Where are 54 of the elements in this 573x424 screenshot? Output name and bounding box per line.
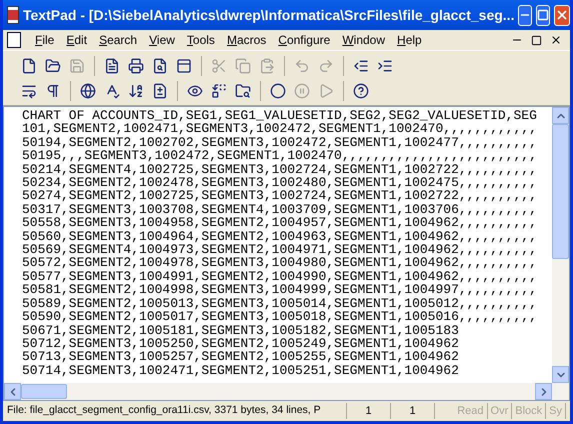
menu-item[interactable]: Window [336, 31, 392, 49]
text-line: 50558,SEGMENT3,1004958,SEGMENT2,1004957,SEGMENT1,1004962,,,,,,,,,, [22, 216, 538, 230]
minimize-button[interactable] [518, 4, 532, 26]
text-line: 50572,SEGMENT2,1004978,SEGMENT3,1004980,SEGMENT1,1004962,,,,,,,,,, [22, 256, 538, 270]
menu-item[interactable]: View [143, 31, 181, 49]
text-line: 50560,SEGMENT3,1004964,SEGMENT2,1004963,SEGMENT1,1004962,,,,,,,,,, [22, 230, 538, 244]
line-number: 1 [347, 402, 391, 420]
text-line: 50274,SEGMENT2,1002725,SEGMENT3,1002724,SEGMENT1,1002722,,,,,,,,,, [22, 189, 538, 203]
menu-item[interactable]: Macros [220, 31, 272, 49]
menu-item[interactable]: Search [93, 31, 144, 49]
scroll-left-icon[interactable] [4, 383, 21, 400]
scroll-up-icon[interactable] [552, 107, 569, 124]
restore-icon[interactable] [531, 34, 542, 46]
text-line: 101,SEGMENT2,1002471,SEGMENT3,1002472,SEGMENT1,1002470,,,,,,,,,,,, [22, 122, 538, 136]
status-indicator: Read [454, 402, 488, 420]
close-icon [555, 8, 570, 22]
text-line: 50569,SEGMENT4,1004973,SEGMENT2,1004971,SEGMENT1,1004962,,,,,,,,,, [22, 243, 538, 256]
menu-item[interactable]: Edit [60, 31, 94, 49]
text-line: 50714,SEGMENT3,1002471,SEGMENT2,1005251,SEGMENT1,1004962 [22, 364, 460, 378]
scroll-right-icon[interactable] [535, 383, 552, 400]
text-line: 50712,SEGMENT3,1005250,SEGMENT2,1005249,SEGMENT1,1004962 [22, 336, 460, 350]
file-info: File: file_glacct_segment_config_ora11i.csv, 3371 bytes, 34 lines, P [7, 403, 347, 419]
text-line: 50577,SEGMENT3,1004991,SEGMENT2,1004990,SEGMENT1,1004962,,,,,,,,,, [22, 270, 538, 284]
text-line: 50713,SEGMENT3,1005257,SEGMENT2,1005255,SEGMENT1,1004962 [22, 350, 460, 364]
scroll-down-icon[interactable] [552, 366, 569, 383]
maximize-button[interactable] [536, 4, 550, 26]
vertical-scrollbar[interactable] [552, 107, 569, 400]
text-line: CHART OF ACCOUNTS_ID,SEG1,SEG1_VALUESETID,SEG2,SEG2_VALUESETID,SEG [22, 109, 538, 122]
status-indicator: Block [512, 402, 546, 420]
text-line: 50195,,,SEGMENT3,1002472,SEGMENT1,1002470,,,,,,,,,,,,,,,,,,,,,,,,, [22, 149, 538, 163]
menu-item[interactable]: Tools [180, 31, 221, 49]
menu-item[interactable]: File [29, 31, 60, 49]
horizontal-scrollbar[interactable] [4, 383, 552, 400]
text-line: 50194,SEGMENT2,1002702,SEGMENT3,1002472,SEGMENT1,1002477,,,,,,,,,, [22, 136, 538, 150]
maximize-icon [537, 9, 550, 21]
text-line: 50214,SEGMENT4,1002725,SEGMENT3,1002724,SEGMENT1,1002722,,,,,,,,,, [22, 162, 538, 176]
text-line: 50234,SEGMENT2,1002478,SEGMENT3,1002480,SEGMENT1,1002475,,,,,,,,,, [22, 176, 538, 190]
status-indicator: Sy [546, 402, 566, 420]
close-button[interactable] [554, 4, 570, 26]
scrollbar-thumb[interactable] [552, 124, 569, 259]
menu-item[interactable]: Configure [272, 31, 336, 49]
document-icon [7, 32, 21, 48]
text-line: 50589,SEGMENT2,1005013,SEGMENT3,1005014,SEGMENT1,1005012,,,,,,,,,, [22, 296, 538, 310]
column-number: 1 [391, 402, 435, 420]
status-indicator: Ovr [488, 402, 512, 420]
menu-item[interactable]: Help [391, 31, 428, 49]
text-line: 50671,SEGMENT2,1005181,SEGMENT3,1005182,SEGMENT1,1005183 [22, 324, 460, 337]
close-icon[interactable] [550, 34, 562, 46]
window-title: TextPad - [D:\SiebelAnalytics\dwrep\Informatica\SrcFiles\file_glacct_seg... [23, 6, 514, 25]
text-line: 50317,SEGMENT3,1003708,SEGMENT4,1003709,SEGMENT1,1003706,,,,,,,,,, [22, 202, 538, 216]
text-line: 50590,SEGMENT2,1005017,SEGMENT3,1005018,SEGMENT1,1005016,,,,,,,,,, [22, 310, 538, 324]
scrollbar-thumb[interactable] [21, 384, 67, 399]
text-line: 50581,SEGMENT2,1004998,SEGMENT3,1004999,SEGMENT1,1004997,,,,,,,,,, [22, 283, 538, 297]
app-icon [7, 6, 19, 24]
